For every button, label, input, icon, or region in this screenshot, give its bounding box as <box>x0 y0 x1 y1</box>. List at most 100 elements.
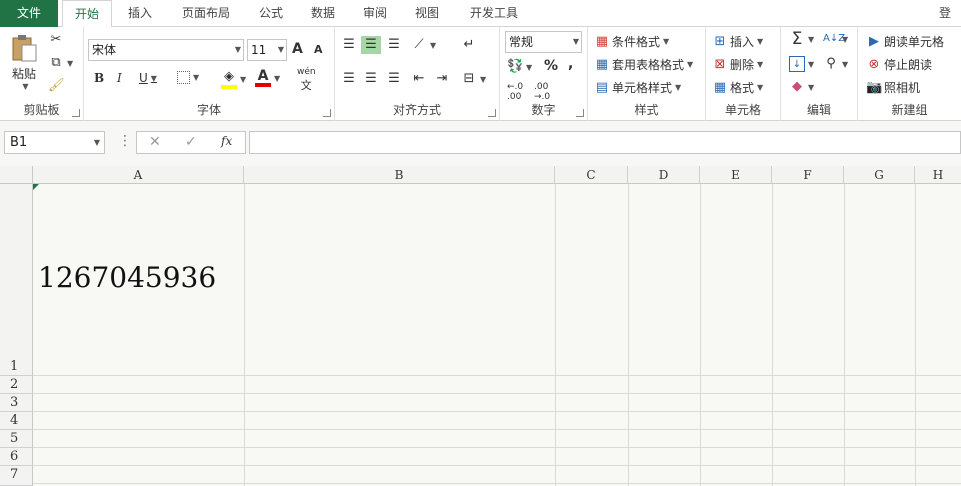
formula-input[interactable] <box>249 131 961 154</box>
font-launcher-icon[interactable] <box>323 109 331 117</box>
gridline <box>33 483 961 484</box>
underline-button[interactable]: U ▼ <box>139 71 157 85</box>
orientation-button[interactable]: ⟋ ▼ <box>411 37 436 53</box>
increase-decimal-button[interactable]: ←.0.00 <box>507 82 523 102</box>
align-right-button[interactable]: ☰ <box>386 71 402 87</box>
column-header-c[interactable]: C <box>555 166 628 184</box>
column-header-h[interactable]: H <box>915 166 961 184</box>
format-painter-button[interactable]: 🖌 <box>48 78 65 94</box>
group-font: 宋体 ▼ 11 ▼ A A B I U ▼ ▼ ◈ ▼ A ▼ wén 文 字体 <box>84 27 335 121</box>
phonetic-label: wén <box>297 67 316 77</box>
row-header-4[interactable]: 4 <box>0 412 33 430</box>
orientation-icon: ⟋ <box>414 37 424 52</box>
column-header-a[interactable]: A <box>33 166 244 184</box>
cancel-button[interactable]: ✕ <box>149 134 161 150</box>
row-header-6[interactable]: 6 <box>0 448 33 466</box>
tab-developer[interactable]: 开发工具 <box>458 0 530 27</box>
tab-view[interactable]: 视图 <box>404 0 450 27</box>
read-cells-button[interactable]: ▶ 朗读单元格 <box>866 33 944 50</box>
tab-home[interactable]: 开始 <box>62 0 112 28</box>
fill-color-button[interactable]: ◈ ▼ <box>221 69 246 89</box>
alignment-launcher-icon[interactable] <box>488 109 496 117</box>
number-launcher-icon[interactable] <box>576 109 584 117</box>
cell-a1[interactable]: 1267045936 <box>38 261 216 294</box>
enter-button[interactable]: ✓ <box>185 134 197 150</box>
row-header-5[interactable]: 5 <box>0 430 33 448</box>
login-link[interactable]: 登录 <box>939 0 961 27</box>
accounting-format-button[interactable]: 💱 ▼ <box>507 59 532 75</box>
font-size-select[interactable]: 11 ▼ <box>247 39 287 61</box>
tab-insert[interactable]: 插入 <box>116 0 164 27</box>
name-box[interactable]: B1 ▼ <box>4 131 105 154</box>
camera-button[interactable]: 📷 照相机 <box>866 79 920 96</box>
column-header-e[interactable]: E <box>700 166 772 184</box>
number-format-select[interactable]: 常规 ▼ <box>505 31 582 53</box>
cut-button[interactable]: ✂ <box>48 32 64 48</box>
wrap-text-button[interactable]: ↵ <box>461 37 477 53</box>
tab-page-layout[interactable]: 页面布局 <box>170 0 242 27</box>
insert-cells-button[interactable]: ⊞ 插入 ▼ <box>712 33 764 50</box>
comma-button[interactable]: , <box>568 56 573 72</box>
decrease-decimal-button[interactable]: .00 →.0 <box>534 82 550 102</box>
stop-reading-button[interactable]: ⊗ 停止朗读 <box>866 56 932 73</box>
new-group-label: 新建组 <box>891 103 928 117</box>
italic-button[interactable]: I <box>117 71 122 85</box>
ribbon-tab-bar: 文件 开始 插入 页面布局 公式 数据 审阅 视图 开发工具 登录 <box>0 0 961 28</box>
paste-button[interactable]: 粘贴 ▼ <box>8 33 40 91</box>
worksheet-grid[interactable]: A B C D E F G H 1 2 3 4 5 6 7 1267045936 <box>0 166 961 486</box>
delete-cells-button[interactable]: ⊠ 删除 ▼ <box>712 56 764 73</box>
more-options-icon[interactable]: ⋮ <box>118 133 132 149</box>
cell-styles-label: 单元格样式 <box>612 81 673 95</box>
autosum-button[interactable]: Σ ▼ <box>789 29 815 49</box>
clipboard-launcher-icon[interactable] <box>72 109 80 117</box>
tab-formulas[interactable]: 公式 <box>248 0 294 27</box>
insert-function-button[interactable]: fx <box>221 134 232 148</box>
increase-indent-button[interactable]: ⇥ <box>434 71 450 87</box>
tab-data[interactable]: 数据 <box>300 0 346 27</box>
format-cells-button[interactable]: ▦ 格式 ▼ <box>712 79 763 96</box>
bold-button[interactable]: B <box>94 71 104 85</box>
column-header-d[interactable]: D <box>628 166 700 184</box>
clear-button[interactable]: ◆ ▼ <box>789 79 814 95</box>
sort-filter-button[interactable]: A↓Z ▼ <box>823 31 848 47</box>
find-select-button[interactable]: ⚲ ▼ <box>823 56 848 72</box>
copy-button[interactable]: ⧉ ▼ <box>48 55 73 71</box>
tab-review[interactable]: 审阅 <box>352 0 398 27</box>
font-color-button[interactable]: A ▼ <box>255 69 280 87</box>
row-header-2[interactable]: 2 <box>0 376 33 394</box>
row-header-1[interactable]: 1 <box>0 184 33 376</box>
row-header-3[interactable]: 3 <box>0 394 33 412</box>
currency-icon: 💱 <box>507 59 524 74</box>
font-name-select[interactable]: 宋体 ▼ <box>88 39 244 61</box>
fill-button[interactable]: ↓ ▼ <box>789 56 814 72</box>
gridline <box>628 184 629 486</box>
sigma-icon: Σ <box>791 29 803 49</box>
phonetic-button[interactable]: wén 文 <box>297 67 316 93</box>
editing-group-label: 编辑 <box>806 103 831 117</box>
shrink-font-button[interactable]: A <box>314 43 323 56</box>
format-as-table-button[interactable]: ▦ 套用表格格式 ▼ <box>594 56 693 73</box>
select-all-corner[interactable] <box>0 166 33 184</box>
percent-button[interactable]: % <box>544 58 558 74</box>
row-header-7[interactable]: 7 <box>0 466 33 486</box>
gridline <box>555 184 556 486</box>
align-top-button[interactable]: ☰ <box>341 37 357 53</box>
column-header-f[interactable]: F <box>772 166 844 184</box>
number-group-label: 数字 <box>531 103 556 117</box>
insert-cells-icon: ⊞ <box>714 33 726 49</box>
align-center-icon: ☰ <box>365 71 377 86</box>
borders-button[interactable]: ▼ <box>177 71 199 84</box>
conditional-format-button[interactable]: ▦ 条件格式 ▼ <box>594 33 669 50</box>
align-center-button[interactable]: ☰ <box>363 71 379 87</box>
tab-file[interactable]: 文件 <box>0 0 58 27</box>
align-bottom-button[interactable]: ☰ <box>386 37 402 53</box>
cell-styles-button[interactable]: ▤ 单元格样式 ▼ <box>594 79 681 96</box>
decrease-indent-button[interactable]: ⇤ <box>411 71 427 87</box>
styles-group-label: 样式 <box>634 103 659 117</box>
column-header-b[interactable]: B <box>244 166 555 184</box>
column-header-g[interactable]: G <box>844 166 915 184</box>
merge-center-button[interactable]: ⊟ ▼ <box>461 71 487 87</box>
grow-font-button[interactable]: A <box>292 41 303 57</box>
align-middle-button[interactable]: ☰ <box>361 36 381 54</box>
align-left-button[interactable]: ☰ <box>341 71 357 87</box>
